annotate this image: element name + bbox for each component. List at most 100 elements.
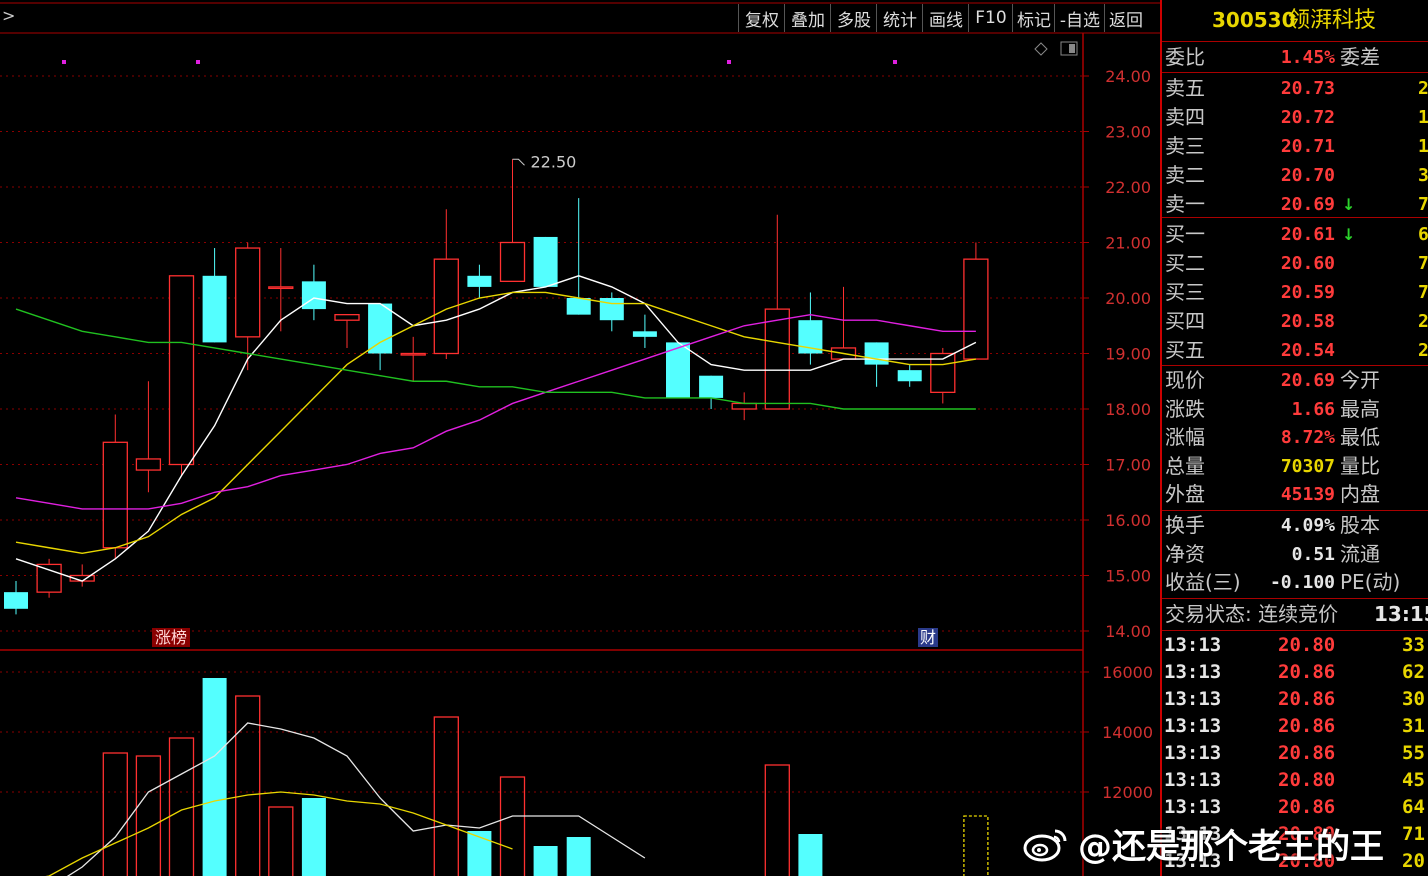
price-ma-line bbox=[15, 291, 977, 555]
candle-body bbox=[202, 275, 227, 343]
quote-value: 8.72% bbox=[1280, 427, 1335, 448]
stat-label: 换手 bbox=[1165, 513, 1205, 537]
sell-volume: 16 bbox=[1418, 136, 1428, 157]
peak-pointer bbox=[512, 158, 525, 166]
sell-price: 20.73 bbox=[1280, 78, 1335, 99]
sell-row: 卖三 20.71 16 bbox=[1162, 132, 1428, 161]
toolbar-item-3[interactable]: 统计 bbox=[876, 4, 923, 32]
volume-bar bbox=[566, 837, 591, 876]
toolbar-item-8[interactable]: 返回 bbox=[1104, 4, 1147, 32]
quote-row: 涨幅 8.72% 最低 bbox=[1162, 423, 1428, 452]
quote-label: 总量 bbox=[1165, 453, 1205, 478]
price-tick-label: 21.00 bbox=[1105, 234, 1151, 253]
peak-label: 22.50 bbox=[531, 152, 577, 171]
tick-volume: 45 bbox=[1402, 769, 1425, 791]
price-tick-label: 14.00 bbox=[1105, 622, 1151, 641]
volume-bar bbox=[533, 846, 558, 876]
candle-body bbox=[731, 402, 757, 410]
kline-chart-area[interactable]: 24.00 23.00 22.00 21.00 20.00 19.00 18.00 17.00… bbox=[0, 0, 1160, 876]
stat-label-2: PE(动) bbox=[1340, 570, 1401, 594]
tick-volume: 20 bbox=[1402, 850, 1425, 872]
tick-price: 20.86 bbox=[1278, 796, 1336, 818]
tick-row: 13:13 20.86 64 bbox=[1162, 794, 1428, 821]
stat-row: 净资 0.51 流通 bbox=[1162, 540, 1428, 569]
tick-price: 20.86 bbox=[1278, 661, 1336, 683]
ratio-label: 委比 bbox=[1165, 45, 1205, 69]
volume-bar bbox=[467, 831, 492, 876]
toolbar-item-7[interactable]: -自选 bbox=[1054, 4, 1105, 32]
stat-row: 换手 4.09% 股本 bbox=[1162, 511, 1428, 540]
buy-volume: 23 bbox=[1418, 311, 1428, 332]
stock-header: 300530 领湃科技 bbox=[1162, 6, 1428, 38]
sell-price: 20.70 bbox=[1280, 165, 1335, 186]
quote-label-2: 内盘 bbox=[1340, 482, 1380, 506]
candle-body bbox=[963, 258, 989, 360]
quote-row: 外盘 45139 内盘 bbox=[1162, 480, 1428, 509]
quote-label-2: 量比 bbox=[1340, 453, 1380, 478]
toolbar-item-6[interactable]: 标记 bbox=[1012, 4, 1055, 32]
candle-body bbox=[499, 241, 526, 282]
weibo-icon bbox=[1023, 829, 1067, 862]
tick-volume: 31 bbox=[1402, 715, 1425, 737]
stat-label: 收益(三) bbox=[1165, 570, 1241, 594]
finance-marker: 财 bbox=[920, 628, 936, 647]
buy-label: 买五 bbox=[1165, 338, 1205, 362]
volume-bar bbox=[202, 678, 227, 876]
tick-price: 20.80 bbox=[1278, 769, 1336, 791]
stock-code: 300530 bbox=[1212, 8, 1296, 32]
stat-label-2: 股本 bbox=[1340, 513, 1380, 537]
quote-label-2: 今开 bbox=[1340, 368, 1380, 392]
down-arrow-icon: ↓ bbox=[1342, 195, 1356, 214]
volume-tick-label: 14000 bbox=[1102, 723, 1153, 742]
buy-volume: 66 bbox=[1418, 224, 1428, 245]
candle-body bbox=[36, 563, 62, 593]
tick-row: 13:13 20.86 31 bbox=[1162, 713, 1428, 740]
quote-label-2: 最低 bbox=[1340, 425, 1380, 449]
tick-row: 13:13 20.80 33 bbox=[1162, 632, 1428, 659]
quote-value: 20.69 bbox=[1280, 370, 1335, 391]
quote-row: 涨跌 1.66 最高 bbox=[1162, 395, 1428, 424]
quote-value: 70307 bbox=[1280, 455, 1335, 477]
kline-chart: 24.00 23.00 22.00 21.00 20.00 19.00 18.00 17.00… bbox=[0, 2, 1160, 876]
candle-body bbox=[4, 592, 28, 609]
candle-body bbox=[400, 352, 426, 356]
price-ma-line bbox=[15, 313, 976, 510]
toolbar-item-1[interactable]: 叠加 bbox=[784, 4, 831, 32]
diff-label: 委差 bbox=[1340, 45, 1380, 69]
stat-value: -0.100 bbox=[1269, 572, 1335, 593]
volume-bar bbox=[798, 834, 823, 876]
toolbar-item-5[interactable]: F10 bbox=[968, 4, 1013, 32]
candle-body bbox=[864, 342, 889, 365]
price-ma-line bbox=[15, 275, 977, 582]
toolbar-item-2[interactable]: 多股 bbox=[830, 4, 877, 32]
buy-label: 买四 bbox=[1165, 309, 1205, 333]
quote-label: 外盘 bbox=[1165, 482, 1205, 506]
down-arrow-icon: ↓ bbox=[1342, 225, 1356, 244]
ratio-value: 1.45% bbox=[1280, 47, 1335, 68]
candle-body bbox=[467, 275, 492, 287]
tick-volume: 33 bbox=[1402, 634, 1425, 656]
buy-price: 20.58 bbox=[1280, 311, 1335, 332]
candle-body bbox=[566, 298, 591, 315]
buy-price: 20.61 bbox=[1280, 224, 1335, 245]
diamond-icon bbox=[1034, 42, 1048, 56]
expand-arrow-icon[interactable]: > bbox=[2, 6, 15, 25]
signal-dot bbox=[62, 60, 66, 64]
buy-price: 20.60 bbox=[1280, 253, 1335, 274]
buy-volume: 7 bbox=[1418, 253, 1428, 274]
tick-time: 13:13 bbox=[1164, 661, 1222, 683]
stat-label: 净资 bbox=[1165, 541, 1205, 566]
candle-body bbox=[235, 247, 261, 338]
buy-row: 买四 20.58 23 bbox=[1162, 307, 1428, 336]
sell-row: 卖五 20.73 29 bbox=[1162, 74, 1428, 103]
volume-bar bbox=[963, 815, 989, 876]
sell-price: 20.71 bbox=[1280, 136, 1335, 157]
sell-row: 卖一 20.69 ↓ 7 bbox=[1162, 190, 1428, 219]
quote-value: 1.66 bbox=[1291, 398, 1335, 420]
stat-row: 收益(三) -0.100 PE(动) bbox=[1162, 568, 1428, 597]
toolbar-item-0[interactable]: 复权 bbox=[738, 4, 785, 32]
sell-volume: 7 bbox=[1418, 194, 1428, 215]
price-tick-label: 16.00 bbox=[1105, 511, 1151, 530]
tick-price: 20.86 bbox=[1278, 742, 1336, 764]
toolbar-item-4[interactable]: 画线 bbox=[922, 4, 969, 32]
